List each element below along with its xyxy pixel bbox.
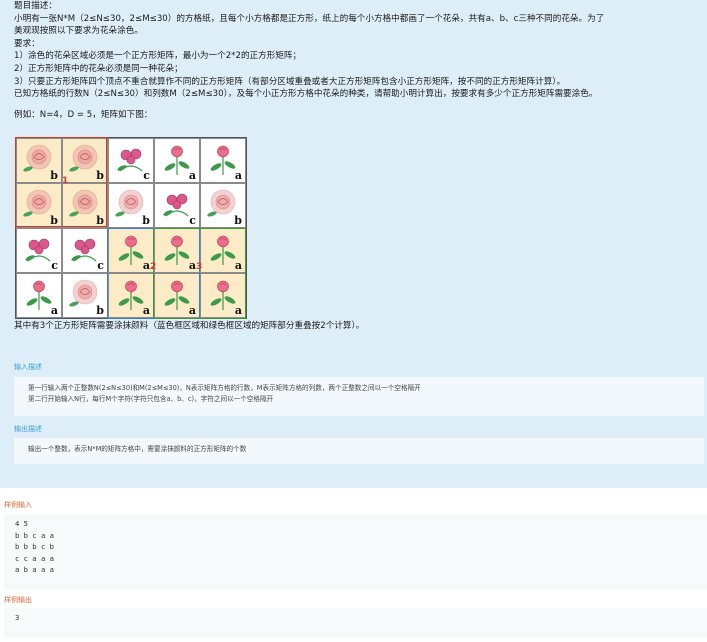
sample-input-box: 4 5 b b c a a b b b c b c c a a a a b a … — [4, 514, 707, 590]
grid-cell: b — [62, 138, 108, 183]
input-desc-line-1: 第一行输入两个正整数N(2≤N≤30)和M(2≤M≤30)，N表示矩阵方格的行数… — [28, 384, 421, 392]
flower-grid: b b c a a b b b c b c c a a a a b a a a — [15, 137, 247, 319]
output-desc-line-1: 输出一个整数，表示N*M的矩阵方格中，需要涂抹颜料的正方形矩阵的个数 — [28, 445, 247, 453]
grid-cell: a — [200, 228, 246, 273]
grid-cell: c — [16, 228, 62, 273]
description-heading: 题目描述： — [14, 1, 57, 11]
example-caption: 其中有3个正方形矩阵需要涂抹颜料（蓝色框区域和绿色框区域的矩阵部分重叠按2个计算… — [14, 321, 365, 331]
flower-type-label: a — [234, 169, 242, 182]
grid-cell: a — [108, 273, 154, 318]
sample-output-title: 样例输出 — [4, 596, 32, 604]
grid-cell: a — [154, 273, 200, 318]
grid-cell: a — [200, 273, 246, 318]
description-line-1: 小明有一张N*M（2≤N≤30，2≤M≤30）的方格纸，且每个小方格都是正方形，… — [14, 13, 605, 24]
flower-type-label: a — [188, 169, 196, 182]
problem-description: 题目描述： 小明有一张N*M（2≤N≤30，2≤M≤30）的方格纸，且每个小方格… — [14, 0, 704, 121]
input-desc-line-2: 第二行开始输入N行，每行M个字符(字符只包含a、b、c)，字符之间以一个空格隔开 — [28, 395, 274, 403]
grid-cell: b — [108, 183, 154, 228]
region-mark-1: 1 — [62, 176, 69, 186]
grid-cell: b — [16, 183, 62, 228]
task-statement: 已知方格纸的行数N（2≤N≤30）和列数M（2≤M≤30），及每个小正方形方格中… — [14, 89, 598, 100]
flower-type-label: a — [188, 304, 196, 317]
grid-cell: b — [16, 138, 62, 183]
grid-cell: a — [154, 228, 200, 273]
input-section-box: 第一行输入两个正整数N(2≤N≤30)和M(2≤M≤30)，N表示矩阵方格的行数… — [14, 377, 704, 416]
grid-cell: c — [62, 228, 108, 273]
flower-type-label: b — [96, 304, 104, 317]
sample-input-text: 4 5 b b c a a b b b c b c c a a a a b a … — [15, 519, 54, 574]
grid-cell: a — [108, 228, 154, 273]
grid-cell: a — [154, 138, 200, 183]
sample-output-text: 3 — [15, 613, 20, 622]
requirement-3: 3）只要正方形矩阵四个顶点不重合就算作不同的正方形矩阵（有部分区域重叠或者大正方… — [14, 76, 566, 87]
requirement-1: 1）涂色的花朵区域必须是一个正方形矩阵，最小为一个2*2的正方形矩阵； — [14, 51, 302, 62]
description-line-2: 美观现按照以下要求为花朵涂色。 — [14, 26, 143, 37]
flower-type-label: c — [143, 169, 150, 182]
grid-cell: b — [62, 273, 108, 318]
input-section-title: 输入描述 — [14, 363, 42, 371]
flower-type-label: a — [50, 304, 58, 317]
flower-type-label: a — [188, 259, 196, 272]
flower-type-label: b — [96, 169, 104, 182]
grid-cell: a — [16, 273, 62, 318]
grid-cell: c — [154, 183, 200, 228]
flower-type-label: c — [97, 259, 104, 272]
flower-type-label: a — [142, 304, 150, 317]
requirement-2: 2）正方形矩阵中的花朵必须是同一种花朵； — [14, 63, 183, 74]
flower-type-label: a — [234, 259, 242, 272]
grid-cell: b — [200, 183, 246, 228]
region-mark-2: 2 — [150, 262, 157, 272]
region-mark-3: 3 — [196, 262, 203, 272]
example-intro: 例如：N=4，D = 5，矩阵如下图： — [14, 109, 153, 120]
sample-input-title: 样例输入 — [4, 501, 32, 509]
flower-type-label: c — [189, 214, 196, 227]
flower-type-label: a — [234, 304, 242, 317]
flower-type-label: c — [51, 259, 58, 272]
sample-output-box: 3 — [4, 608, 707, 638]
flower-type-label: b — [50, 214, 58, 227]
output-section-box: 输出一个整数，表示N*M的矩阵方格中，需要涂抹颜料的正方形矩阵的个数 — [14, 438, 704, 464]
flower-type-label: a — [142, 259, 150, 272]
flower-type-label: b — [50, 169, 58, 182]
output-section-title: 输出描述 — [14, 425, 42, 433]
grid-cell: b — [62, 183, 108, 228]
flower-type-label: b — [142, 214, 150, 227]
flower-type-label: b — [234, 214, 242, 227]
requirements-heading: 要求： — [14, 38, 40, 49]
grid-cell: a — [200, 138, 246, 183]
grid-cell: c — [108, 138, 154, 183]
flower-type-label: b — [96, 214, 104, 227]
